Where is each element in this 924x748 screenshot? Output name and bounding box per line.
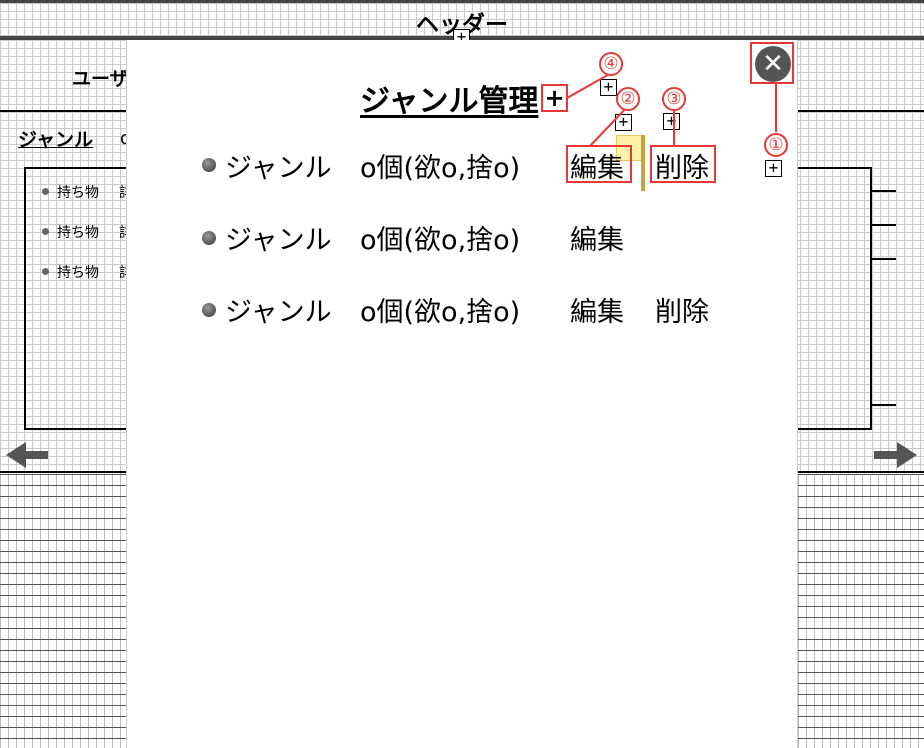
annotation-plus-icon: +: [663, 113, 680, 130]
genre-count: o個(欲o,捨o): [360, 225, 521, 256]
bullet-icon: [202, 303, 216, 317]
annotation-badge-1: ①: [764, 133, 788, 157]
annotation-lines: [566, 71, 629, 147]
bg-scroll-tick: [872, 190, 896, 192]
bullet-icon: [202, 231, 216, 245]
bg-right-panel: [796, 167, 872, 430]
genre-name: ジャンル: [225, 153, 332, 184]
delete-button[interactable]: 削除: [655, 146, 709, 185]
bg-scroll-tick: [872, 258, 896, 260]
edit-button[interactable]: 編集: [570, 290, 624, 329]
bg-scroll-tick: [872, 404, 896, 406]
annotation-badge-3: ③: [662, 87, 686, 111]
bullet-icon: [42, 228, 49, 235]
annotation-line-2: [589, 105, 629, 147]
annotation-badge-4: ④: [599, 52, 623, 76]
annotation-plus-icon: +: [765, 160, 782, 177]
bg-right-dense-area: [798, 474, 924, 748]
bg-genre-heading: ジャンル: [18, 129, 94, 151]
edit-button[interactable]: 編集: [570, 218, 624, 257]
bg-item-list: [24, 167, 130, 430]
arrow-left-icon-shaft[interactable]: [24, 451, 48, 459]
bg-scroll-tick: [872, 224, 896, 226]
bg-item-label: 持ち物: [57, 265, 99, 281]
arrow-right-icon[interactable]: [897, 442, 917, 468]
close-icon[interactable]: ✕: [755, 46, 791, 82]
bg-left-divider: [0, 110, 126, 112]
annotation-badge-2: ②: [616, 87, 640, 111]
bg-right-divider: [798, 110, 924, 112]
bg-right-bottom-divider: [798, 471, 924, 473]
genre-name: ジャンル: [225, 225, 332, 256]
arrow-right-icon-shaft[interactable]: [874, 451, 898, 459]
bg-item-label: 持ち物: [57, 225, 99, 241]
annotation-line-1: [775, 84, 777, 132]
genre-count: o個(欲o,捨o): [360, 297, 521, 328]
bullet-icon: [42, 268, 49, 275]
bg-item-label: 持ち物: [57, 185, 99, 201]
bullet-icon: [202, 158, 216, 172]
arrow-left-icon[interactable]: [6, 442, 26, 468]
genre-name: ジャンル: [225, 297, 332, 328]
bg-left-dense-area: [0, 474, 126, 748]
bullet-icon: [42, 188, 49, 195]
bg-scrollbar-track[interactable]: [870, 167, 872, 430]
genre-count: o個(欲o,捨o): [360, 153, 521, 184]
bg-user-title: ユーザ: [72, 68, 129, 90]
annotation-line-3: [673, 110, 675, 146]
bg-left-bottom-divider: [0, 471, 126, 473]
delete-button[interactable]: 削除: [655, 290, 709, 329]
annotation-line-4: [566, 71, 614, 99]
modal-title: ジャンル管理: [360, 84, 539, 119]
